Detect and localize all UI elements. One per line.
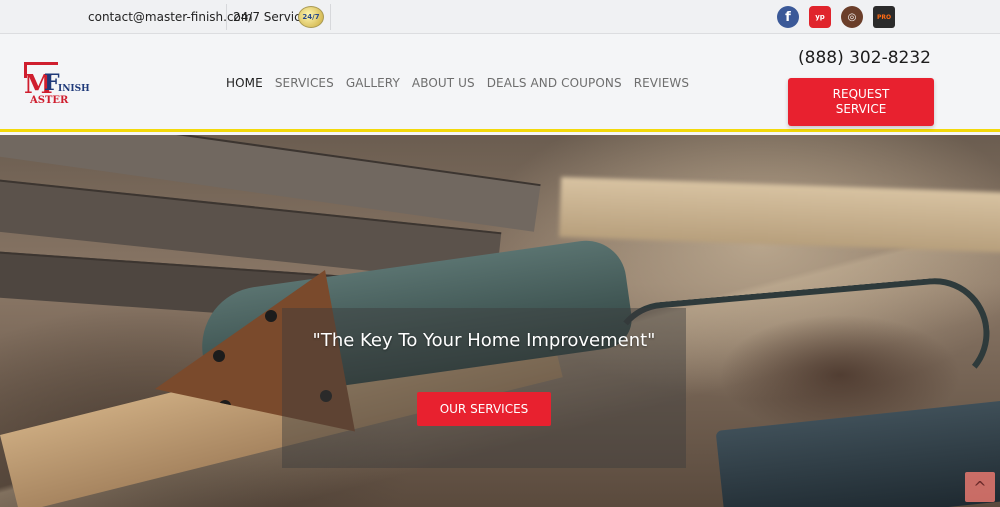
top-bar: contact@master-finish.com 24/7 Service 2… [0, 0, 1000, 34]
yellow-pages-icon[interactable]: yp [809, 6, 831, 28]
site-header: M F INISH ASTER HOME SERVICES GALLERY AB… [0, 34, 1000, 132]
request-service-label-1: REQUEST [832, 87, 890, 101]
request-service-button[interactable]: REQUEST SERVICE [788, 78, 934, 126]
main-nav: HOME SERVICES GALLERY ABOUT US DEALS AND… [226, 76, 689, 90]
divider [226, 4, 227, 30]
hero-banner: "The Key To Your Home Improvement" OUR S… [0, 135, 1000, 507]
nav-home[interactable]: HOME [226, 76, 263, 90]
master-finish-logo[interactable]: M F INISH ASTER [22, 62, 92, 108]
chevron-up-icon: ^ [973, 477, 987, 497]
service-hours-label: 24/7 Service [233, 10, 309, 24]
nav-about-us[interactable]: ABOUT US [412, 76, 475, 90]
our-services-button[interactable]: OUR SERVICES [417, 392, 551, 426]
tool-image [715, 399, 1000, 507]
nav-deals-and-coupons[interactable]: DEALS AND COUPONS [487, 76, 622, 90]
back-to-top-button[interactable]: ^ [965, 472, 995, 502]
divider [330, 4, 331, 30]
nav-gallery[interactable]: GALLERY [346, 76, 400, 90]
badge-24-7-icon: 24/7 [298, 6, 324, 28]
home-depot-pro-icon[interactable]: PRO [873, 6, 895, 28]
request-service-label-2: SERVICE [835, 102, 887, 116]
nav-reviews[interactable]: REVIEWS [634, 76, 689, 90]
phone-number[interactable]: (888) 302-8232 [798, 48, 931, 68]
instagram-icon[interactable]: ◎ [841, 6, 863, 28]
pad-hole [213, 350, 225, 362]
logo-text-finish: INISH [58, 84, 90, 94]
pad-hole [265, 310, 277, 322]
facebook-icon[interactable]: f [777, 6, 799, 28]
logo-text-aster: ASTER [30, 95, 69, 106]
background-board [559, 176, 1000, 254]
nav-services[interactable]: SERVICES [275, 76, 334, 90]
hero-title: "The Key To Your Home Improvement" [312, 330, 656, 351]
contact-email-link[interactable]: contact@master-finish.com [88, 10, 253, 24]
